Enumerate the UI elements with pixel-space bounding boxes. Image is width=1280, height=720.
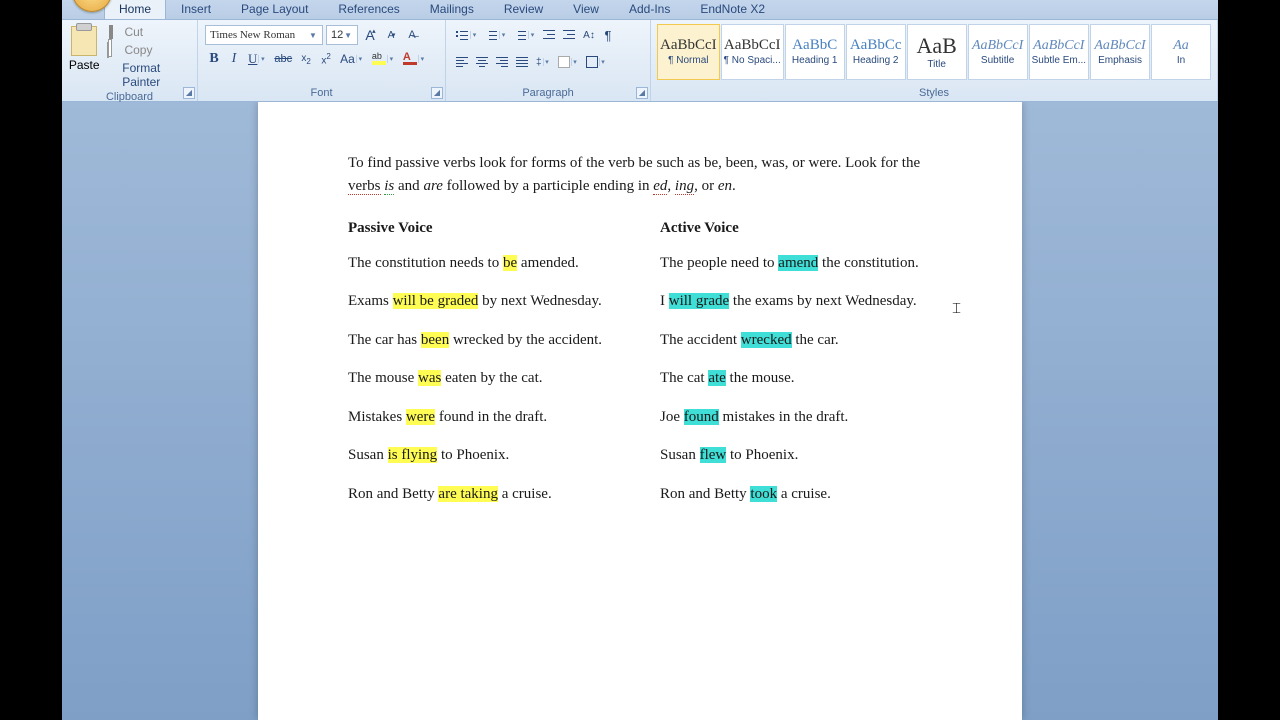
font-color-button[interactable]: ▾ bbox=[400, 49, 429, 69]
style-subtitle[interactable]: AaBbCcISubtitle bbox=[968, 24, 1028, 80]
style-in[interactable]: AaIn bbox=[1151, 24, 1211, 80]
tab-page-layout[interactable]: Page Layout bbox=[226, 0, 323, 19]
tab-mailings[interactable]: Mailings bbox=[415, 0, 489, 19]
sentence: The people need to amend the constitutio… bbox=[660, 252, 932, 275]
sentence: Susan is flying to Phoenix. bbox=[348, 444, 620, 467]
tab-add-ins[interactable]: Add-Ins bbox=[614, 0, 685, 19]
font-dialog-launcher[interactable]: ◢ bbox=[431, 87, 443, 99]
sentence: Mistakes were found in the draft. bbox=[348, 406, 620, 429]
document-area[interactable]: To find passive verbs look for forms of … bbox=[62, 102, 1218, 720]
format-painter-button[interactable]: Format Painter bbox=[104, 60, 191, 90]
decrease-indent-button[interactable] bbox=[540, 25, 559, 45]
underline-button[interactable]: U▾ bbox=[245, 49, 269, 69]
clear-formatting-button[interactable]: A̶ bbox=[403, 25, 421, 45]
paste-label: Paste bbox=[69, 58, 100, 72]
sentence: The car has been wrecked by the accident… bbox=[348, 329, 620, 352]
sentence: The constitution needs to be amended. bbox=[348, 252, 620, 275]
increase-indent-button[interactable] bbox=[560, 25, 579, 45]
sentence: Ron and Betty took a cruise. bbox=[660, 483, 932, 506]
chevron-down-icon: ▼ bbox=[308, 31, 318, 40]
tab-review[interactable]: Review bbox=[489, 0, 558, 19]
active-heading: Active Voice bbox=[660, 217, 932, 240]
numbering-button[interactable]: ▾ bbox=[482, 25, 510, 45]
style-heading-2[interactable]: AaBbCcHeading 2 bbox=[846, 24, 906, 80]
paste-icon bbox=[71, 26, 97, 56]
align-center-button[interactable] bbox=[473, 52, 492, 72]
bold-button[interactable]: B bbox=[205, 49, 223, 69]
style--no-spaci-[interactable]: AaBbCcI¶ No Spaci... bbox=[721, 24, 784, 80]
multilevel-list-button[interactable]: ▾ bbox=[511, 25, 539, 45]
sentence: The accident wrecked the car. bbox=[660, 329, 932, 352]
paragraph-dialog-launcher[interactable]: ◢ bbox=[636, 87, 648, 99]
group-clipboard: Paste Cut Copy Format Painter Clipboard … bbox=[62, 20, 198, 101]
justify-button[interactable] bbox=[513, 52, 532, 72]
superscript-button[interactable]: x2 bbox=[317, 49, 335, 69]
style-title[interactable]: AaBTitle bbox=[907, 24, 967, 80]
active-column: Active Voice The people need to amend th… bbox=[660, 211, 932, 521]
document-page[interactable]: To find passive verbs look for forms of … bbox=[258, 102, 1022, 720]
change-case-button[interactable]: Aa▾ bbox=[337, 49, 367, 69]
group-label-font: Font bbox=[202, 86, 441, 101]
tab-endnote-x2[interactable]: EndNote X2 bbox=[685, 0, 780, 19]
copy-button: Copy bbox=[104, 42, 191, 58]
sentence: Joe found mistakes in the draft. bbox=[660, 406, 932, 429]
font-size-combo[interactable]: 12▼ bbox=[326, 25, 358, 45]
align-left-button[interactable] bbox=[453, 52, 472, 72]
style-subtle-em-[interactable]: AaBbCcISubtle Em... bbox=[1029, 24, 1089, 80]
word-window: HomeInsertPage LayoutReferencesMailingsR… bbox=[62, 0, 1218, 720]
sentence: Susan flew to Phoenix. bbox=[660, 444, 932, 467]
group-paragraph: ▾ ▾ ▾ A↕ ¶ ‡▾ ▾ ▾ Paragr bbox=[446, 20, 651, 101]
tab-view[interactable]: View bbox=[558, 0, 614, 19]
sentence: I will grade the exams by next Wednesday… bbox=[660, 290, 932, 313]
group-styles: AaBbCcI¶ NormalAaBbCcI¶ No Spaci...AaBbC… bbox=[651, 20, 1218, 101]
group-label-paragraph: Paragraph bbox=[450, 86, 646, 101]
style--normal[interactable]: AaBbCcI¶ Normal bbox=[657, 24, 720, 80]
sentence: The cat ate the mouse. bbox=[660, 367, 932, 390]
intro-paragraph: To find passive verbs look for forms of … bbox=[348, 152, 932, 197]
tab-home[interactable]: Home bbox=[104, 0, 166, 19]
text-cursor-icon: ⌶ bbox=[952, 298, 964, 316]
group-font: Times New Roman▼ 12▼ A A A̶ B I U▾ abc x… bbox=[198, 20, 446, 101]
ribbon-tabs: HomeInsertPage LayoutReferencesMailingsR… bbox=[62, 0, 1218, 20]
grow-font-button[interactable]: A bbox=[361, 25, 379, 45]
borders-button[interactable]: ▾ bbox=[583, 52, 610, 72]
tab-references[interactable]: References bbox=[323, 0, 414, 19]
passive-heading: Passive Voice bbox=[348, 217, 620, 240]
group-label-styles: Styles bbox=[655, 86, 1213, 101]
subscript-button[interactable]: x2 bbox=[297, 49, 315, 69]
shrink-font-button[interactable]: A bbox=[382, 25, 400, 45]
style-emphasis[interactable]: AaBbCcIEmphasis bbox=[1090, 24, 1150, 80]
font-name-combo[interactable]: Times New Roman▼ bbox=[205, 25, 323, 45]
chevron-down-icon: ▼ bbox=[343, 31, 353, 40]
align-right-button[interactable] bbox=[493, 52, 512, 72]
style-heading-1[interactable]: AaBbCHeading 1 bbox=[785, 24, 845, 80]
bullets-button[interactable]: ▾ bbox=[453, 25, 481, 45]
strikethrough-button[interactable]: abc bbox=[271, 49, 295, 69]
tab-insert[interactable]: Insert bbox=[166, 0, 226, 19]
line-spacing-button[interactable]: ‡▾ bbox=[533, 52, 554, 72]
cut-button: Cut bbox=[104, 24, 191, 40]
highlight-color-button[interactable]: ▾ bbox=[369, 49, 398, 69]
sentence: The mouse was eaten by the cat. bbox=[348, 367, 620, 390]
shading-button[interactable]: ▾ bbox=[555, 52, 582, 72]
ribbon: Paste Cut Copy Format Painter Clipboard … bbox=[62, 20, 1218, 102]
passive-column: Passive Voice The constitution needs to … bbox=[348, 211, 620, 521]
italic-button[interactable]: I bbox=[225, 49, 243, 69]
clipboard-dialog-launcher[interactable]: ◢ bbox=[183, 87, 195, 99]
show-marks-button[interactable]: ¶ bbox=[599, 25, 617, 45]
sentence: Ron and Betty are taking a cruise. bbox=[348, 483, 620, 506]
sort-button[interactable]: A↕ bbox=[580, 25, 598, 45]
paste-button[interactable]: Paste bbox=[66, 22, 102, 76]
sentence: Exams will be graded by next Wednesday. bbox=[348, 290, 620, 313]
